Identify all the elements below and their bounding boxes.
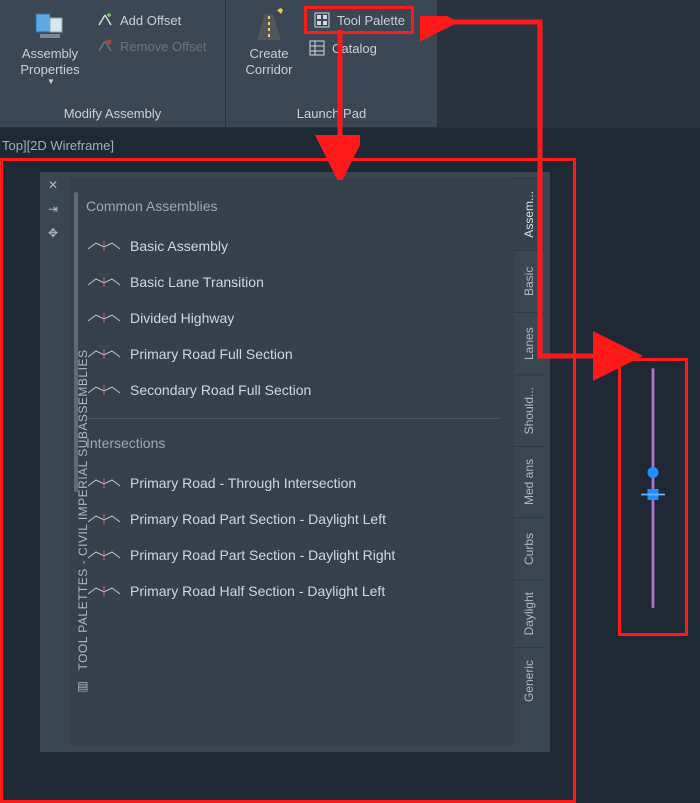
remove-offset-button: Remove Offset — [92, 34, 210, 58]
palette-control-bar: ✕ ⇥ ✥ — [40, 172, 66, 752]
palette-tabs: Assem...BasicLanesShould...Med ansCurbsD… — [514, 178, 544, 746]
ribbon: Assembly Properties ▼ Add Offset Remove … — [0, 0, 700, 128]
palette-tab[interactable]: Generic — [514, 647, 544, 714]
assembly-thumb-icon — [88, 312, 120, 324]
palette-group-header: Intersections — [86, 435, 504, 451]
close-icon[interactable]: ✕ — [44, 178, 62, 194]
assembly-thumb-icon — [88, 513, 120, 525]
assembly-thumb-icon — [88, 276, 120, 288]
create-corridor-button[interactable]: Create Corridor — [234, 4, 304, 81]
palette-item[interactable]: Basic Lane Transition — [84, 264, 504, 300]
palette-item[interactable]: Divided Highway — [84, 300, 504, 336]
add-offset-label: Add Offset — [120, 13, 181, 28]
assembly-thumb-icon — [88, 549, 120, 561]
palette-tab[interactable]: Curbs — [514, 517, 544, 579]
assembly-marker-preview — [618, 358, 688, 636]
palette-list[interactable]: Common Assemblies Basic Assembly Basic Lan… — [70, 178, 514, 746]
palette-tab[interactable]: Daylight — [514, 579, 544, 647]
palette-item[interactable]: Secondary Road Full Section — [84, 372, 504, 408]
create-corridor-icon — [251, 8, 287, 44]
settings-icon[interactable]: ✥ — [44, 226, 62, 242]
palette-tab[interactable]: Should... — [514, 374, 544, 446]
palette-item-label: Primary Road - Through Intersection — [130, 475, 356, 491]
palette-item-label: Basic Assembly — [130, 238, 228, 254]
palette-item-label: Primary Road Part Section - Daylight Lef… — [130, 511, 386, 527]
ribbon-group-launch-label: Launch Pad — [234, 102, 429, 127]
catalog-label: Catalog — [332, 41, 377, 56]
assembly-properties-button[interactable]: Assembly Properties ▼ — [8, 4, 92, 90]
viewport-label: Top][2D Wireframe] — [2, 138, 114, 153]
palette-item-label: Primary Road Full Section — [130, 346, 293, 362]
create-corridor-label: Create Corridor — [246, 46, 293, 77]
assembly-thumb-icon — [88, 384, 120, 396]
palette-item-label: Primary Road Half Section - Daylight Lef… — [130, 583, 385, 599]
palette-tab[interactable]: Assem... — [514, 178, 544, 250]
assembly-thumb-icon — [88, 348, 120, 360]
palette-item[interactable]: Primary Road Part Section - Daylight Rig… — [84, 537, 504, 573]
palette-item-label: Basic Lane Transition — [130, 274, 264, 290]
palette-tab[interactable]: Med ans — [514, 446, 544, 517]
assembly-thumb-icon — [88, 585, 120, 597]
add-offset-button[interactable]: Add Offset — [92, 8, 210, 32]
assembly-thumb-icon — [88, 477, 120, 489]
tool-palette-panel: ✕ ⇥ ✥ ▤ TOOL PALETTES - CIVIL IMPERIAL S… — [40, 172, 550, 752]
palette-item-label: Secondary Road Full Section — [130, 382, 311, 398]
palette-item-label: Divided Highway — [130, 310, 234, 326]
palette-item[interactable]: Primary Road - Through Intersection — [84, 465, 504, 501]
palette-group-header: Common Assemblies — [86, 198, 504, 214]
ribbon-group-launch: Create Corridor Tool Palette Catalog Lau… — [226, 0, 438, 127]
catalog-button[interactable]: Catalog — [304, 36, 414, 60]
add-offset-icon — [96, 11, 114, 29]
catalog-icon — [308, 39, 326, 57]
tool-palette-icon — [313, 11, 331, 29]
palette-tab[interactable]: Basic — [514, 250, 544, 312]
ribbon-group-modify: Assembly Properties ▼ Add Offset Remove … — [0, 0, 226, 127]
remove-offset-icon — [96, 37, 114, 55]
tool-palette-button[interactable]: Tool Palette — [304, 6, 414, 34]
palette-item[interactable]: Primary Road Part Section - Daylight Lef… — [84, 501, 504, 537]
palette-item[interactable]: Basic Assembly — [84, 228, 504, 264]
assembly-properties-icon — [32, 8, 68, 44]
palette-item[interactable]: Primary Road Half Section - Daylight Lef… — [84, 573, 504, 609]
remove-offset-label: Remove Offset — [120, 39, 206, 54]
ribbon-group-modify-label: Modify Assembly — [8, 102, 217, 127]
palette-item[interactable]: Primary Road Full Section — [84, 336, 504, 372]
tool-palette-label: Tool Palette — [337, 13, 405, 28]
workspace: Top][2D Wireframe] ✕ ⇥ ✥ ▤ TOOL PALETTES… — [0, 128, 700, 803]
assembly-thumb-icon — [88, 240, 120, 252]
autohide-icon[interactable]: ⇥ — [44, 202, 62, 218]
palette-body: Common Assemblies Basic Assembly Basic Lan… — [70, 178, 544, 746]
chevron-down-icon: ▼ — [47, 77, 55, 86]
palette-item-label: Primary Road Part Section - Daylight Rig… — [130, 547, 395, 563]
assembly-properties-label: Assembly Properties — [20, 46, 79, 77]
palette-tab[interactable]: Lanes — [514, 312, 544, 374]
